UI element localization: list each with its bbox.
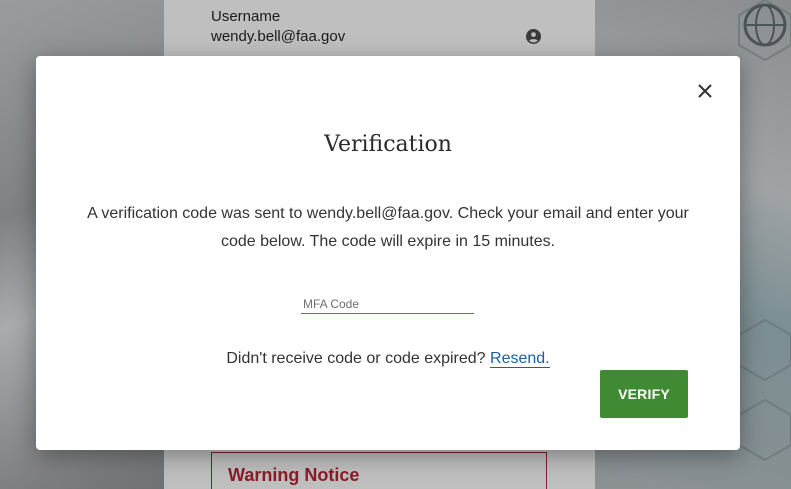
warning-notice-box: Warning Notice: [211, 452, 547, 489]
verification-dialog: Verification A verification code was sen…: [36, 56, 740, 450]
mfa-code-input[interactable]: [301, 295, 476, 313]
dialog-title: Verification: [324, 132, 452, 157]
account-circle-icon: [526, 29, 541, 44]
mfa-code-field[interactable]: [301, 295, 476, 314]
resend-link[interactable]: Resend.: [490, 350, 550, 368]
warning-notice-title: Warning Notice: [228, 465, 360, 485]
close-icon[interactable]: [694, 80, 716, 102]
username-field[interactable]: Username wendy.bell@faa.gov: [211, 0, 549, 57]
verification-message: A verification code was sent to wendy.be…: [87, 205, 689, 250]
username-value[interactable]: wendy.bell@faa.gov: [211, 28, 345, 45]
verify-button[interactable]: VERIFY: [600, 370, 688, 418]
resend-row: Didn't receive code or code expired? Res…: [36, 350, 740, 368]
username-label: Username: [211, 8, 281, 25]
resend-prompt: Didn't receive code or code expired?: [226, 350, 491, 367]
